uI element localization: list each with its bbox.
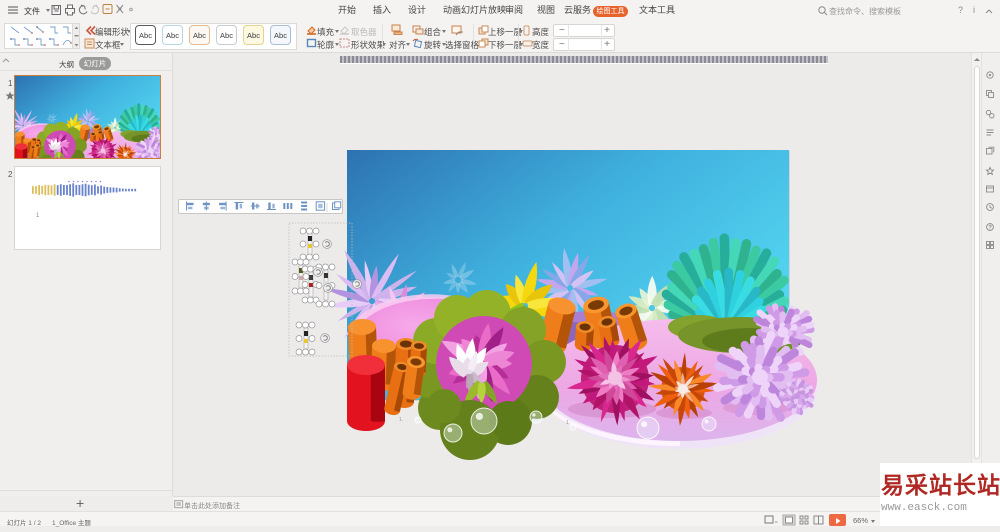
svg-text:1: 1: [36, 213, 40, 219]
svg-text:1.: 1.: [566, 420, 570, 426]
svg-text:1.: 1.: [399, 417, 403, 423]
